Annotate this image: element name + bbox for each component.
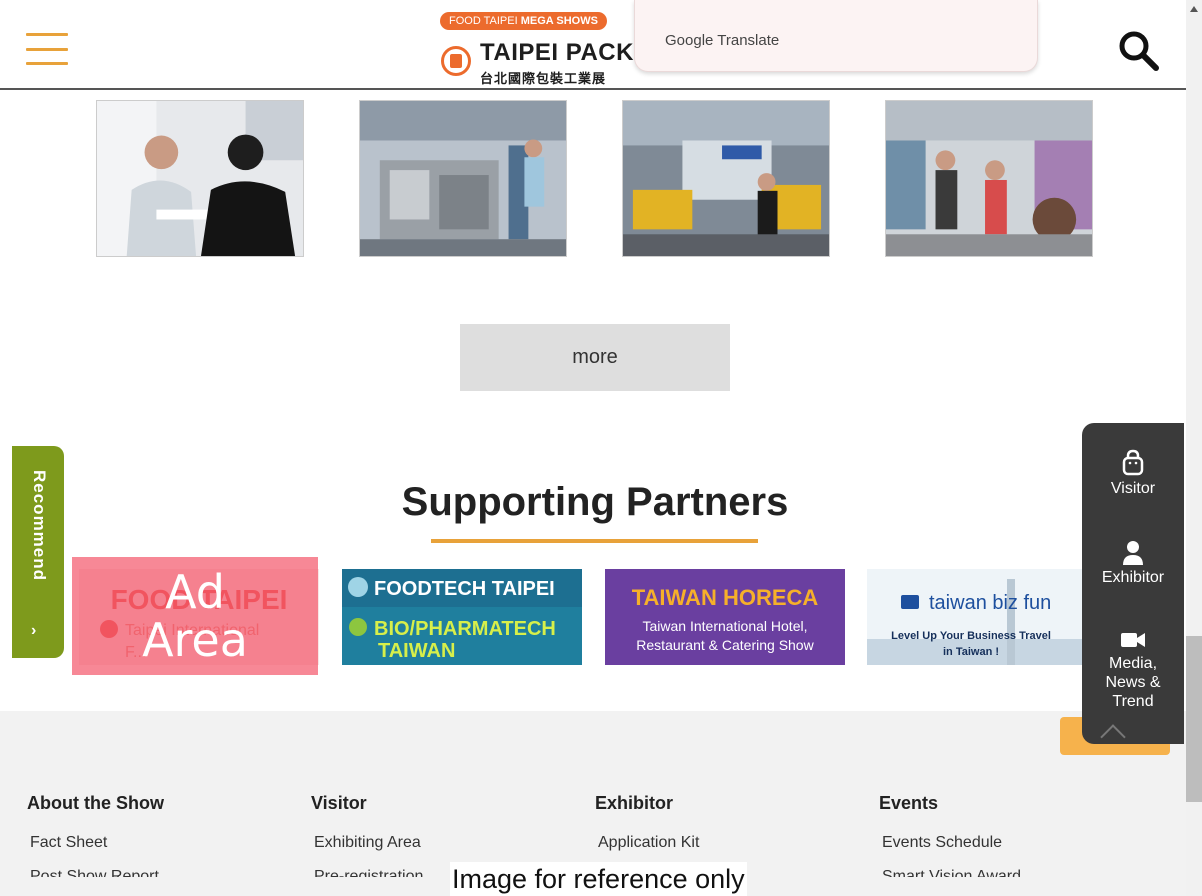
partner-text: BIO/PHARMATECH <box>374 618 556 640</box>
hamburger-menu-icon[interactable] <box>26 33 68 65</box>
partner-text: Taipei International <box>125 622 259 639</box>
quick-menu-label: Visitor <box>1110 480 1156 497</box>
logo-mark-icon <box>441 46 471 76</box>
mega-shows-badge: FOOD TAIPEI MEGA SHOWS <box>440 12 607 30</box>
partner-text: Restaurant & Catering Show <box>636 637 814 653</box>
partner-text: taiwan biz fun <box>929 592 1051 614</box>
shopping-bag-icon <box>1122 449 1144 476</box>
gallery-photo[interactable] <box>622 100 830 257</box>
user-icon <box>1123 541 1143 565</box>
footer-link-fact-sheet[interactable]: Fact Sheet <box>30 834 164 852</box>
recommend-label: Recommend <box>30 470 49 582</box>
quick-menu-exhibitor[interactable]: Exhibitor <box>1082 540 1184 587</box>
partner-text: F... <box>125 644 146 661</box>
recommend-tab[interactable]: Recommend › <box>12 446 64 658</box>
floating-quick-menu: Visitor Exhibitor Media, News & Trend <box>1082 423 1184 744</box>
logo-title: TAIPEI PACK <box>480 39 634 66</box>
scrollbar-thumb[interactable] <box>1186 636 1202 802</box>
partner-text: Taiwan International Hotel, <box>643 618 808 634</box>
footer-heading: Events <box>879 793 939 813</box>
video-camera-icon <box>1121 633 1145 647</box>
section-title: Supporting Partners <box>401 480 789 524</box>
footer-link-application-kit[interactable]: Application Kit <box>598 834 699 852</box>
quick-menu-label: Exhibitor <box>1101 569 1165 586</box>
scroll-up-arrow-icon[interactable] <box>1190 6 1198 12</box>
google-translate-widget[interactable]: Google Translate <box>634 0 1038 72</box>
footer-column-exhibitor: Exhibitor Application Kit <box>595 793 699 852</box>
search-icon[interactable] <box>1116 28 1162 74</box>
footer-heading: Visitor <box>311 793 367 813</box>
chevron-right-icon: › <box>31 622 37 639</box>
translate-label: Google Translate <box>665 32 780 49</box>
logo-subtitle: 台北國際包裝工業展 <box>480 71 607 86</box>
partner-logo-taiwan-horeca[interactable]: TAIWAN HORECA Taiwan International Hotel… <box>605 569 845 665</box>
partner-logo-food-taipei[interactable]: FOOD TAIPEI Taipei International F... <box>79 569 319 665</box>
gallery-photo[interactable] <box>885 100 1093 257</box>
footer-link-cut[interactable]: Smart Vision Award <box>882 868 1021 877</box>
footer-column-events: Events Events Schedule Smart Vision Awar… <box>879 793 1021 877</box>
site-logo[interactable]: FOOD TAIPEI MEGA SHOWS TAIPEI PACK 台北國際包… <box>440 12 640 88</box>
reference-note: Image for reference only <box>450 862 747 896</box>
partner-text: TAIWAN <box>378 640 455 662</box>
footer-link-exhibiting-area[interactable]: Exhibiting Area <box>314 834 423 852</box>
partner-text: FOODTECH TAIPEI <box>374 578 555 600</box>
gallery-photo[interactable] <box>359 100 567 257</box>
footer-link-cut[interactable]: Post Show Report <box>30 868 164 877</box>
quick-menu-label: Media, News & Trend <box>1105 655 1161 710</box>
gallery-photo[interactable] <box>96 100 304 257</box>
quick-menu-media[interactable]: Media, News & Trend <box>1082 630 1184 711</box>
partner-logo-taiwan-biz-fun[interactable]: taiwan biz fun Level Up Your Business Tr… <box>867 569 1109 665</box>
partner-logo-foodtech-taipei[interactable]: FOODTECH TAIPEI BIO/PHARMATECH TAIWAN <box>342 569 582 665</box>
partner-text: in Taiwan ! <box>943 646 999 658</box>
site-header: FOOD TAIPEI MEGA SHOWS TAIPEI PACK 台北國際包… <box>0 0 1186 90</box>
partner-text: Level Up Your Business Travel <box>891 630 1051 642</box>
partner-text: TAIWAN HORECA <box>632 585 819 610</box>
page: FOOD TAIPEI MEGA SHOWS TAIPEI PACK 台北國際包… <box>0 0 1202 896</box>
photo-gallery <box>0 100 1186 258</box>
quick-menu-visitor[interactable]: Visitor <box>1082 449 1184 498</box>
more-button[interactable]: more <box>460 324 730 391</box>
footer-heading: Exhibitor <box>595 793 674 813</box>
title-underline <box>431 539 758 543</box>
vertical-scrollbar[interactable] <box>1186 0 1202 896</box>
partner-text: FOOD TAIPEI <box>111 584 288 615</box>
footer-link-events-schedule[interactable]: Events Schedule <box>882 834 1021 852</box>
footer-link-cut[interactable]: Pre-registration <box>314 868 423 877</box>
footer-column-visitor: Visitor Exhibiting Area Pre-registration <box>311 793 423 877</box>
footer-column-about: About the Show Fact Sheet Post Show Repo… <box>27 793 164 877</box>
footer-heading: About the Show <box>27 793 164 813</box>
